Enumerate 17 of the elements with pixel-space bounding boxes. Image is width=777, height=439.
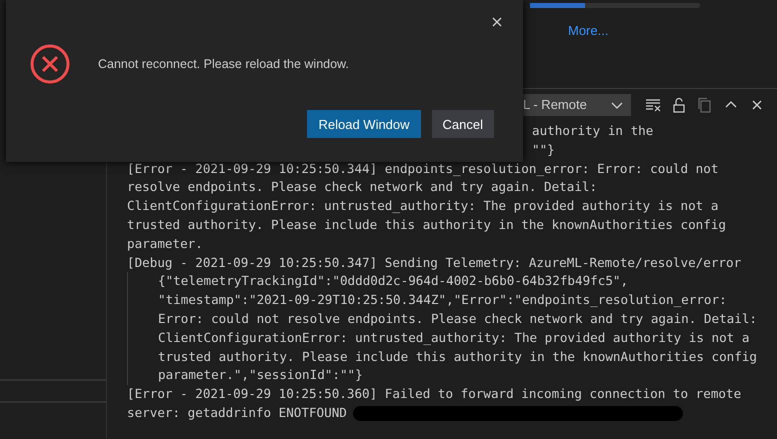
copy-icon[interactable] (697, 96, 713, 112)
dialog-message: Cannot reconnect. Please reload the window. (98, 57, 349, 71)
log-line: [Error - 2021-09-29 10:25:50.360] Failed to forward incoming connection to remote (127, 385, 742, 404)
log-line: server: getaddrinfo ENOTFOUND (127, 404, 347, 420)
log-line: ""} (532, 140, 555, 159)
error-icon (30, 44, 70, 84)
unlock-icon[interactable] (671, 96, 687, 112)
channel-name: L - Remote (523, 97, 587, 112)
reload-window-button[interactable]: Reload Window (307, 110, 421, 138)
cancel-button[interactable]: Cancel (432, 110, 494, 138)
clear-output-icon[interactable] (645, 96, 661, 112)
log-line: authority in the (532, 122, 654, 140)
log-line: {"telemetryTrackingId":"0ddd0d2c-964d-4002-b6b0-64b32fb49fc5", "timestamp":"2021-09-29T10:25:50.344Z","Error":"endpoints_resolution_error: Error: could not resolve endpoints. Please check network and try again. Detail: ClientConfigurationError: untrusted_authority: The provided authority is not a trusted authority. Please include this authority in the knownAuthorities config parameter.","sessionId":""} (127, 272, 767, 386)
log-line: [Debug - 2021-09-29 10:25:50.347] Sending Telemetry: AzureML-Remote/resolve/error (127, 254, 742, 272)
more-link[interactable]: More... (568, 23, 608, 38)
scrollbar[interactable] (530, 3, 700, 8)
log-line: [Error - 2021-09-29 10:25:50.344] endpoints_resolution_error: Error: could not resolve endpoints. Please check network and try again. Detail: ClientConfigurationError: untrusted_authority: The provided authority is not a trusted authority. Please include this authority in the knownAuthorities config parameter. (127, 160, 727, 253)
